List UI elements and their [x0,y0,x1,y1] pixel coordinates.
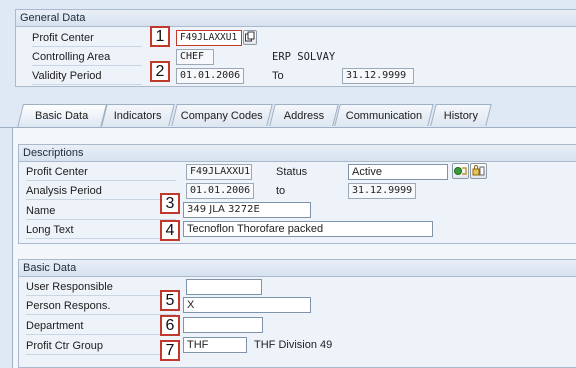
name-field[interactable]: 349 JLA 3272E [183,202,311,218]
callout-marker-1: 1 [150,26,170,47]
analysis-to-field: 31.12.9999 [348,183,416,199]
status-field: Active [348,164,448,180]
analysis-period-label: Analysis Period [26,183,176,200]
validity-to-label: To [272,70,284,82]
status-activate-icon[interactable] [452,163,469,179]
profit-center-field[interactable]: F49JLAXXU1 [176,30,242,46]
descriptions-title: Descriptions [19,145,576,162]
controlling-area-name: ERP SOLVAY [272,51,336,63]
callout-marker-3: 3 [160,193,180,214]
general-data-title: General Data [16,10,576,27]
tab-strip: Basic Data Indicators Company Codes Addr… [0,104,576,128]
long-text-field[interactable]: Tecnoflon Thorofare packed [183,221,433,237]
callout-marker-2: 2 [150,61,170,82]
department-label: Department [26,318,176,335]
profit-ctr-group-field[interactable]: THF [183,337,247,353]
desc-profit-center-field: F49JLAXXU1 [186,164,252,180]
analysis-from-field: 01.01.2006 [186,183,254,199]
user-responsible-field[interactable] [186,279,262,295]
status-label: Status [276,166,308,178]
desc-profit-center-label: Profit Center [26,164,176,181]
user-responsible-label: User Responsible [26,279,176,296]
validity-period-label: Validity Period [32,68,142,85]
controlling-area-field: CHEF [176,49,214,65]
tab-basic-data[interactable]: Basic Data [17,104,107,128]
name-label: Name [26,203,176,220]
profit-ctr-group-label: Profit Ctr Group [26,338,176,355]
tab-indicators[interactable]: Indicators [101,104,175,126]
callout-marker-6: 6 [160,315,180,336]
analysis-to-label: to [276,185,286,197]
department-field[interactable] [183,317,263,333]
tab-address[interactable]: Address [269,104,339,126]
tab-communication[interactable]: Communication [334,104,434,126]
basic-data-title: Basic Data [19,260,576,277]
callout-marker-4: 4 [160,220,180,241]
tab-company-codes[interactable]: Company Codes [171,104,273,126]
validity-to-field[interactable]: 31.12.9999 [342,68,414,84]
long-text-label: Long Text [26,222,176,239]
person-responsible-field[interactable]: X [183,297,311,313]
callout-marker-5: 5 [160,290,180,311]
tab-history[interactable]: History [430,104,492,126]
validity-from-field[interactable]: 01.01.2006 [176,68,244,84]
status-lock-icon[interactable] [470,163,487,179]
person-responsible-label: Person Respons. [26,298,176,315]
profit-ctr-group-description: THF Division 49 [254,339,333,351]
profit-center-label: Profit Center [32,30,142,47]
callout-marker-7: 7 [160,340,180,361]
controlling-area-label: Controlling Area [32,49,142,66]
copy-icon[interactable] [243,30,257,45]
